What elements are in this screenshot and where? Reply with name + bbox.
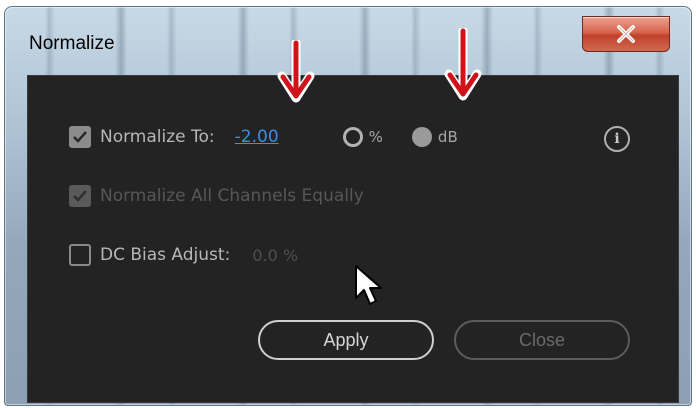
dc-bias-label: DC Bias Adjust: <box>100 245 231 265</box>
unit-db-option[interactable]: dB <box>411 127 458 147</box>
red-down-arrow-icon <box>444 28 482 101</box>
normalize-all-channels-label: Normalize All Channels Equally <box>100 186 364 206</box>
dc-bias-value: 0.0 % <box>252 245 299 265</box>
unit-db-label: dB <box>437 128 458 146</box>
normalize-to-checkbox[interactable] <box>69 126 91 148</box>
normalize-all-channels-checkbox[interactable] <box>69 185 91 207</box>
unit-percent-option[interactable]: % <box>342 127 383 147</box>
normalize-to-value[interactable]: -2.00 <box>235 127 279 147</box>
red-down-arrow-icon <box>277 40 315 103</box>
radio-db[interactable] <box>411 127 432 147</box>
normalize-to-row: Normalize To: -2.00 % dB <box>69 126 458 148</box>
apply-button[interactable]: Apply <box>258 320 434 360</box>
close-icon <box>617 25 635 43</box>
dc-bias-row: DC Bias Adjust: 0.0 % <box>69 244 298 266</box>
unit-percent-label: % <box>368 128 383 146</box>
close-button[interactable]: Close <box>454 320 630 360</box>
mouse-cursor-icon <box>355 265 382 305</box>
radio-percent[interactable] <box>342 127 363 147</box>
checkmark-icon <box>73 190 87 202</box>
normalize-all-channels-row: Normalize All Channels Equally <box>69 185 364 207</box>
checkmark-icon <box>73 131 87 143</box>
dialog-window: Normalize Normalize To: -2.00 % dB i Nor… <box>4 6 692 406</box>
info-icon[interactable]: i <box>604 126 630 152</box>
window-close-button[interactable] <box>582 16 670 52</box>
dialog-content: Normalize To: -2.00 % dB i Normalize All… <box>27 75 679 403</box>
dc-bias-checkbox[interactable] <box>69 244 91 266</box>
normalize-to-label: Normalize To: <box>100 127 215 147</box>
dialog-title: Normalize <box>29 33 115 54</box>
